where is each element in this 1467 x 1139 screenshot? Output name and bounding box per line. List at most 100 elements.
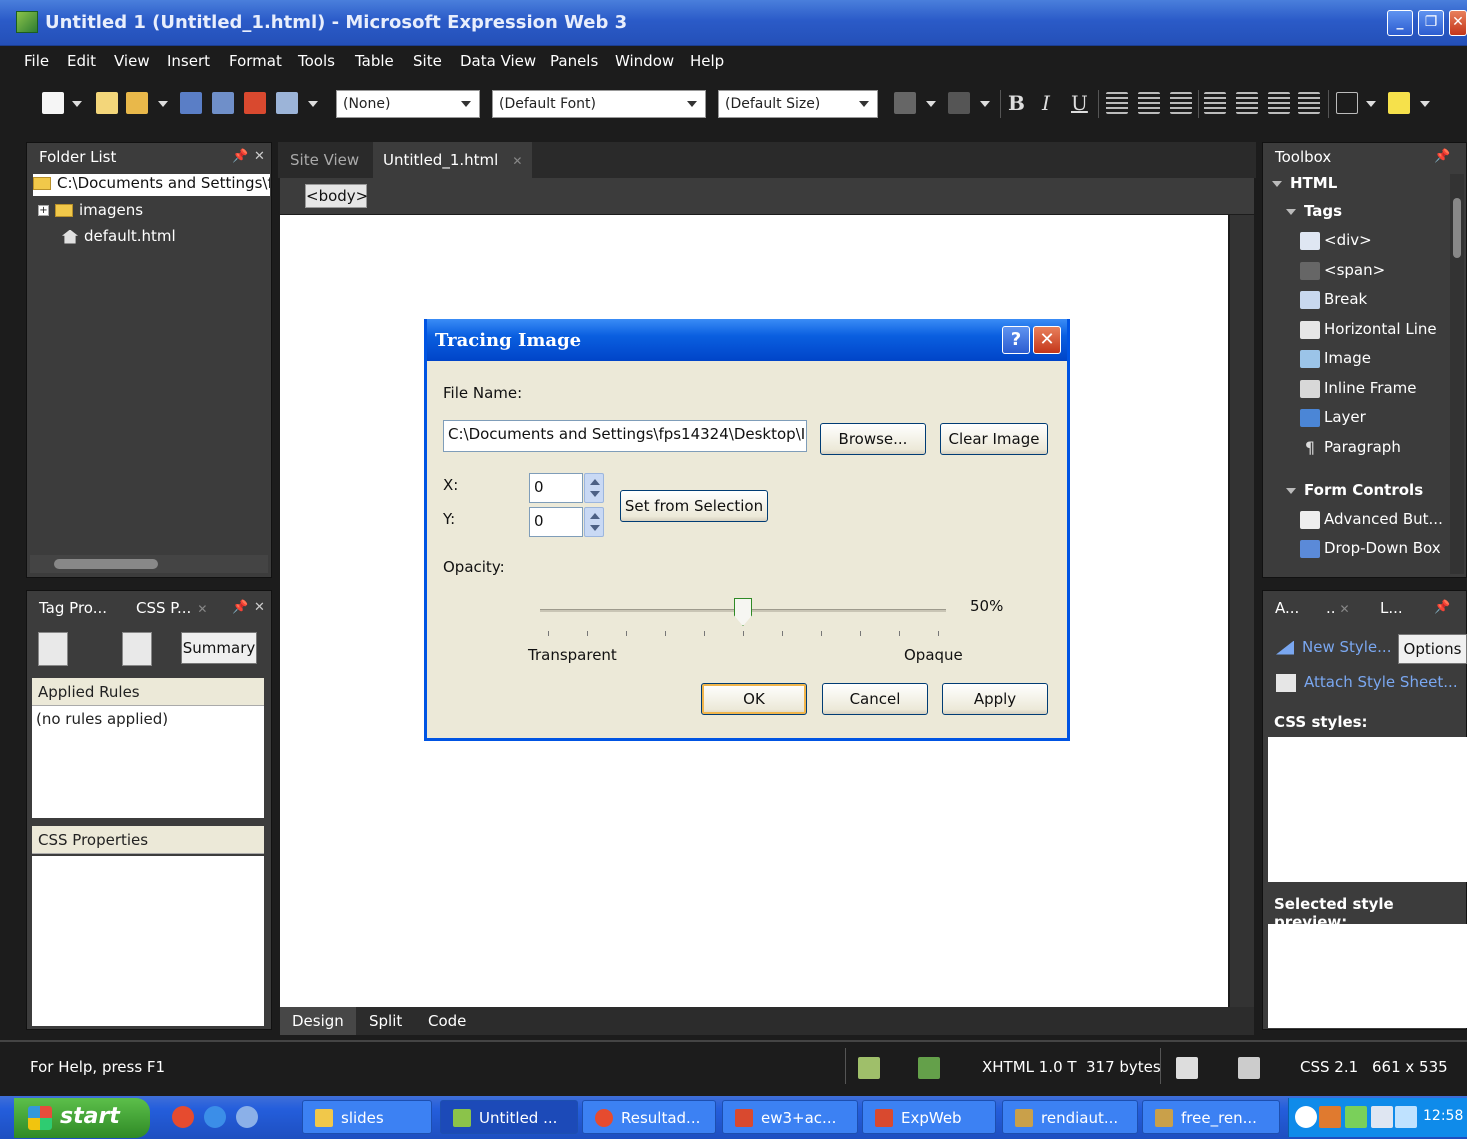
toolbox-group-tags[interactable]: Tags [1286,202,1342,220]
tray-snowflake-icon[interactable] [1371,1106,1393,1128]
font-combo[interactable]: (Default Font) [492,90,706,118]
edit-icon[interactable] [1176,1057,1198,1079]
set-from-selection-button[interactable]: Set from Selection [620,490,768,522]
toolbox-group-html[interactable]: HTML [1272,174,1337,192]
toolbox-item-span[interactable]: <span> [1300,261,1385,280]
task-ew3ac[interactable]: ew3+ac... [722,1100,858,1134]
css-schema[interactable]: CSS 2.1 [1300,1058,1358,1076]
help-icon[interactable]: ? [1002,326,1030,354]
menu-window[interactable]: Window [615,52,674,70]
tab-apply-styles[interactable]: A... [1275,599,1299,617]
tray-security-icon[interactable] [1319,1106,1341,1128]
internet-explorer-icon[interactable] [204,1106,226,1128]
folder-root[interactable]: C:\Documents and Settings\fps14324\Deskt… [33,174,270,196]
menu-help[interactable]: Help [690,52,724,70]
close-icon[interactable]: ✕ [1340,602,1350,616]
increase-indent-icon[interactable] [1298,92,1320,114]
bold-button[interactable]: B [1008,91,1025,115]
italic-button[interactable]: I [1042,91,1050,115]
attach-style-sheet-link[interactable]: Attach Style Sheet... [1276,673,1458,692]
save-icon[interactable] [180,92,202,114]
toolbox-scrollbar[interactable] [1450,174,1464,574]
redo-icon[interactable] [948,92,970,114]
sort-alphabetical-icon[interactable] [80,632,110,666]
undo-dropdown-icon[interactable] [926,101,936,107]
tab-code[interactable]: Code [416,1007,478,1035]
tab-untitled-html[interactable]: Untitled_1.html ✕ [373,142,533,178]
expand-icon[interactable]: + [38,205,49,216]
start-button[interactable]: start [14,1098,150,1138]
open-folder-icon[interactable] [126,92,148,114]
toolbox-item-image[interactable]: Image [1300,349,1371,368]
tab-site-view[interactable]: Site View [280,142,369,178]
tab-layers[interactable]: L... [1380,599,1403,617]
align-center-icon[interactable] [1138,92,1160,114]
pin-icon[interactable]: 📌 [1434,149,1450,164]
apply-button[interactable]: Apply [942,683,1048,715]
css-styles-list[interactable] [1268,737,1467,882]
tray-network-icon[interactable] [1345,1106,1367,1128]
redo-dropdown-icon[interactable] [980,101,990,107]
close-window-button[interactable]: ✕ [1449,10,1467,36]
close-icon[interactable]: ✕ [254,149,265,164]
scrollbar-thumb[interactable] [54,559,158,569]
summary-button[interactable]: Summary [181,632,257,664]
highlight-icon[interactable] [1388,92,1410,114]
ie-icon[interactable] [236,1106,258,1128]
style-application-icon[interactable] [918,1057,940,1079]
highlight-dropdown-icon[interactable] [1420,101,1430,107]
file-name-input[interactable]: C:\Documents and Settings\fps14324\Deskt… [443,420,807,452]
new-page-icon[interactable] [42,92,64,114]
tray-display-icon[interactable] [1395,1106,1417,1128]
maximize-button[interactable]: ❐ [1418,10,1444,36]
preview-browser-icon[interactable] [276,92,298,114]
x-input[interactable]: 0 [529,473,583,503]
bulleted-list-icon[interactable] [1236,92,1258,114]
options-button[interactable]: Options [1398,634,1467,664]
menu-site[interactable]: Site [413,52,442,70]
toolbox-item-inline-frame[interactable]: Inline Frame [1300,379,1417,398]
task-slides[interactable]: slides [302,1100,432,1134]
show-set-properties-icon[interactable] [122,632,152,666]
x-spinner[interactable] [584,473,604,503]
undo-icon[interactable] [894,92,916,114]
borders-icon[interactable] [1336,92,1358,114]
save-all-icon[interactable] [212,92,234,114]
task-rendiaut[interactable]: rendiaut... [1002,1100,1138,1134]
tab-design[interactable]: Design [280,1007,356,1035]
toolbox-item-drop-down-box[interactable]: Drop-Down Box [1300,539,1441,558]
scrollbar-thumb[interactable] [1453,198,1461,258]
numbered-list-icon[interactable] [1204,92,1226,114]
align-right-icon[interactable] [1170,92,1192,114]
y-spinner[interactable] [584,507,604,537]
close-icon[interactable]: ✕ [1033,326,1061,354]
align-left-icon[interactable] [1106,92,1128,114]
sharepoint-icon[interactable] [244,92,266,114]
browse-button[interactable]: Browse... [820,423,926,455]
file-item-default[interactable]: default.html [62,227,176,245]
tab-manage-styles[interactable]: .. ✕ [1318,594,1366,624]
preview-dropdown-icon[interactable] [308,101,318,107]
visual-aids-icon[interactable] [858,1057,880,1079]
folder-list-scrollbar[interactable] [30,555,268,573]
pin-icon[interactable]: 📌 [1434,600,1450,615]
tab-css-properties[interactable]: CSS P... ✕ [126,594,222,624]
tab-tag-properties[interactable]: Tag Pro... [39,599,107,617]
tray-arrow-icon[interactable] [1295,1106,1317,1128]
borders-dropdown-icon[interactable] [1366,101,1376,107]
minimize-button[interactable]: _ [1387,10,1413,36]
toolbox-item-layer[interactable]: Layer [1300,408,1366,427]
toolbox-group-form-controls[interactable]: Form Controls [1286,481,1423,499]
toolbox-item-paragraph[interactable]: ¶ Paragraph [1300,438,1401,457]
folder-item-imagens[interactable]: + imagens [38,201,143,219]
menu-table[interactable]: Table [355,52,394,70]
new-style-link[interactable]: New Style... [1276,638,1391,656]
style-combo[interactable]: (None) [336,90,480,118]
doctype-indicator[interactable]: XHTML 1.0 T [982,1058,1077,1076]
close-icon[interactable]: ✕ [254,600,265,615]
cancel-button[interactable]: Cancel [822,683,928,715]
menu-insert[interactable]: Insert [167,52,210,70]
toolbox-item-div[interactable]: <div> [1300,231,1372,250]
css-properties-grid[interactable] [32,856,264,1026]
tab-split[interactable]: Split [357,1007,414,1035]
